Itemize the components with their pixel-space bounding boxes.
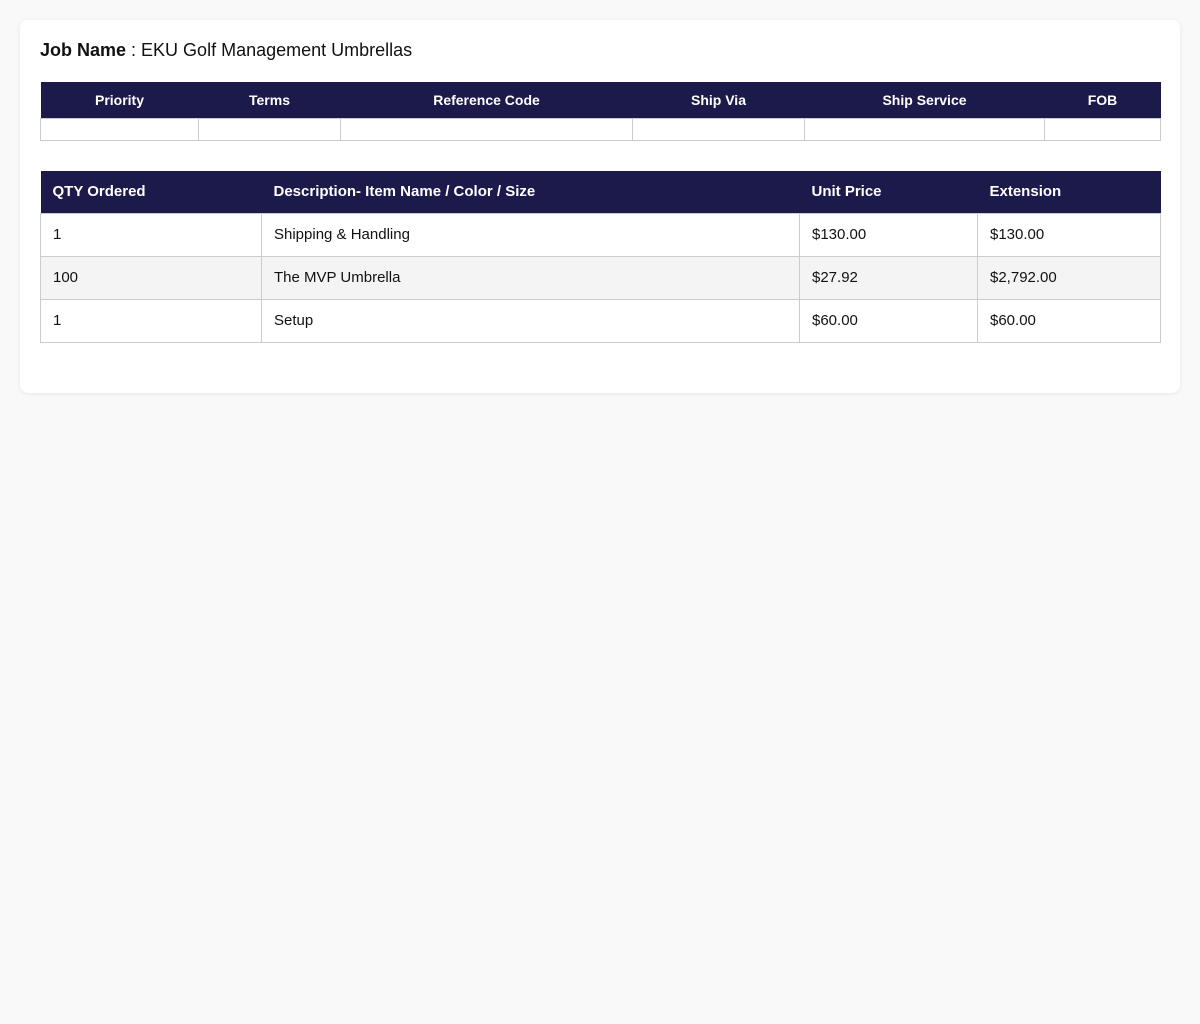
- meta-value-ship-via: [632, 117, 805, 141]
- item-extension: $2,792.00: [977, 255, 1161, 300]
- meta-header-ship-service: Ship Service: [804, 82, 1045, 118]
- job-name-label: Job Name: [40, 40, 127, 60]
- items-header-unit-price: Unit Price: [799, 171, 978, 213]
- table-row: 1 Shipping & Handling $130.00 $130.00: [40, 212, 1161, 257]
- job-name-separator: :: [126, 40, 142, 60]
- item-description: The MVP Umbrella: [261, 255, 800, 300]
- item-extension: $60.00: [977, 298, 1161, 343]
- shipping-meta-table: Priority Terms Reference Code Ship Via S…: [40, 82, 1161, 141]
- table-row: 1 Setup $60.00 $60.00: [40, 298, 1161, 343]
- meta-header-reference-code: Reference Code: [340, 82, 633, 118]
- meta-value-row: [40, 117, 1161, 141]
- table-row: 100 The MVP Umbrella $27.92 $2,792.00: [40, 255, 1161, 300]
- order-card: Job Name : EKU Golf Management Umbrellas…: [20, 20, 1180, 393]
- meta-value-terms: [198, 117, 341, 141]
- line-items-table: QTY Ordered Description- Item Name / Col…: [40, 171, 1161, 343]
- meta-header-fob: FOB: [1044, 82, 1161, 118]
- items-header-row: QTY Ordered Description- Item Name / Col…: [40, 171, 1161, 213]
- items-header-description: Description- Item Name / Color / Size: [261, 171, 800, 213]
- item-description: Shipping & Handling: [261, 212, 800, 257]
- item-unit-price: $27.92: [799, 255, 978, 300]
- item-qty: 100: [40, 255, 262, 300]
- item-extension: $130.00: [977, 212, 1161, 257]
- items-header-extension: Extension: [977, 171, 1161, 213]
- meta-value-reference-code: [340, 117, 633, 141]
- meta-value-priority: [40, 117, 199, 141]
- meta-header-terms: Terms: [198, 82, 341, 118]
- job-name-line: Job Name : EKU Golf Management Umbrellas: [40, 39, 412, 61]
- meta-header-ship-via: Ship Via: [632, 82, 805, 118]
- item-unit-price: $60.00: [799, 298, 978, 343]
- item-qty: 1: [40, 298, 262, 343]
- meta-value-ship-service: [804, 117, 1045, 141]
- item-qty: 1: [40, 212, 262, 257]
- job-name-value: EKU Golf Management Umbrellas: [141, 40, 413, 60]
- meta-header-priority: Priority: [40, 82, 199, 118]
- item-description: Setup: [261, 298, 800, 343]
- items-header-qty: QTY Ordered: [40, 171, 262, 213]
- item-unit-price: $130.00: [799, 212, 978, 257]
- meta-header-row: Priority Terms Reference Code Ship Via S…: [40, 82, 1161, 118]
- meta-value-fob: [1044, 117, 1161, 141]
